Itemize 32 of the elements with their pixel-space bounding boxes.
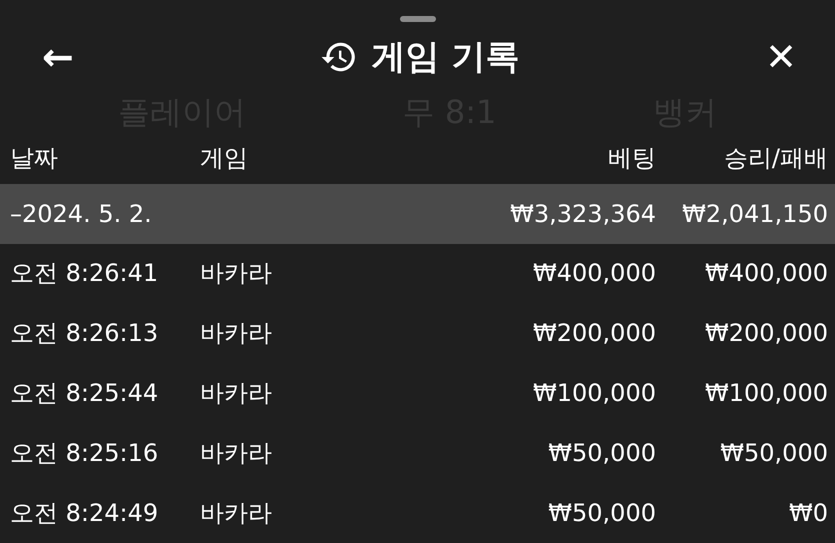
game-cell-text: 바카라	[200, 498, 273, 530]
bet-cell-text: ₩50,000	[547, 439, 656, 468]
time-cell-text: 오전 8:24:49	[10, 498, 160, 530]
time-cell-text: 오전 8:25:16	[10, 438, 160, 470]
back-button[interactable]: ←	[36, 38, 80, 76]
bet-cell-text: ₩200,000	[532, 319, 656, 348]
result-cell-text: ₩200,000	[704, 319, 828, 348]
result-cell-text: ₩400,000	[704, 259, 828, 288]
game-cell-text: 바카라	[200, 318, 273, 350]
bet-cell-text: ₩400,000	[532, 259, 656, 288]
dialog-title: 게임 기록	[372, 36, 520, 80]
column-header: 승리/패배	[722, 143, 828, 174]
drag-handle[interactable]	[400, 16, 436, 22]
game-cell-text: 바카라	[200, 258, 273, 290]
column-header: 베팅	[607, 143, 656, 174]
result-total: ₩2,041,150	[681, 200, 828, 228]
result-cell-text: ₩100,000	[704, 379, 828, 408]
game-cell-text: 바카라	[200, 438, 273, 470]
date-cell-text: –2024. 5. 2.	[10, 200, 153, 228]
bet-total: ₩3,323,364	[509, 200, 656, 228]
time-cell-text: 오전 8:26:13	[10, 318, 160, 350]
summary-row[interactable]: –2024. 5. 2. ₩3,323,364 ₩2,041,150	[0, 184, 835, 244]
result-cell-text: ₩0	[788, 499, 828, 528]
close-button[interactable]: ✕	[759, 38, 803, 76]
game-cell-text: 바카라	[200, 378, 273, 410]
bet-cell-text: ₩50,000	[547, 499, 656, 528]
time-cell-text: 오전 8:25:44	[10, 378, 160, 410]
time-cell-text: 오전 8:26:41	[10, 258, 160, 290]
column-header: 날짜	[10, 143, 59, 174]
bet-cell-text: ₩100,000	[532, 379, 656, 408]
column-header: 게임	[200, 143, 249, 174]
result-cell-text: ₩50,000	[719, 439, 828, 468]
